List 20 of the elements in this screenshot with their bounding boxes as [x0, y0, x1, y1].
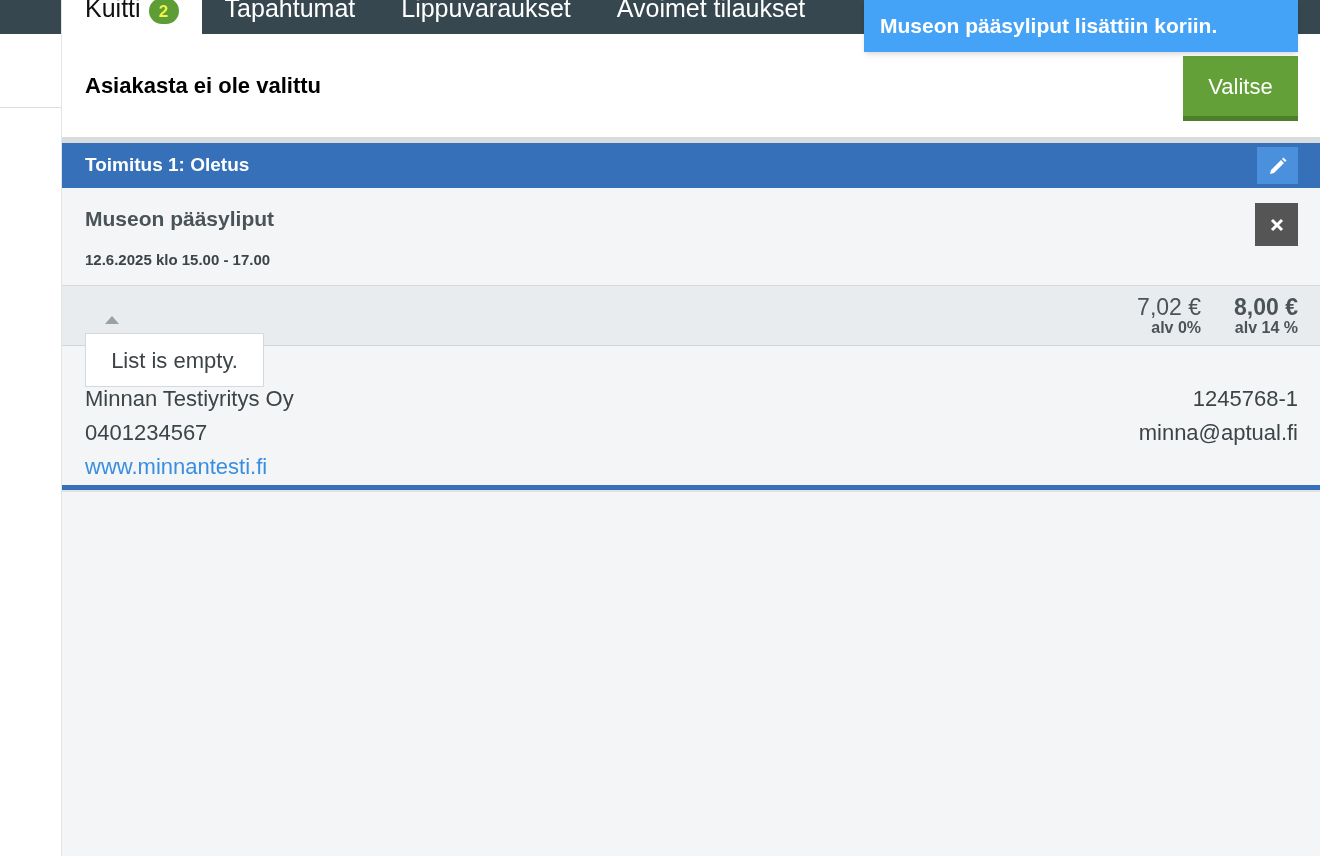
- price-amount: 7,02 €: [1137, 295, 1202, 319]
- customer-status: Asiakasta ei ole valittu: [85, 72, 321, 100]
- notification-toast: Museon pääsyliput lisättiin koriin.: [864, 0, 1298, 52]
- vat-label: alv 0%: [1151, 319, 1202, 336]
- pencil-icon: [1267, 155, 1288, 176]
- count-badge: 2: [148, 0, 179, 24]
- email-address: minna@aptual.fi: [1138, 420, 1298, 446]
- vat-label: alv 14 %: [1234, 319, 1298, 336]
- close-icon: [1269, 217, 1284, 232]
- item-date: 12.6.2025 klo 15.00 - 17.00: [85, 249, 272, 270]
- item-title: Museon pääsyliput: [85, 206, 275, 232]
- empty-list-popup: List is empty.: [85, 333, 264, 387]
- edit-button[interactable]: [1257, 147, 1298, 184]
- remove-button[interactable]: [1255, 203, 1298, 246]
- company-name: Minnan Testiyritys Oy: [85, 386, 294, 412]
- collapse-arrow-icon[interactable]: [105, 315, 119, 324]
- delivery-title: Toimitus 1: Oletus: [85, 153, 250, 178]
- phone-number: 0401234567: [85, 420, 208, 446]
- business-id: 1245768-1: [1192, 386, 1298, 412]
- price-amount: 8,00 €: [1234, 295, 1298, 319]
